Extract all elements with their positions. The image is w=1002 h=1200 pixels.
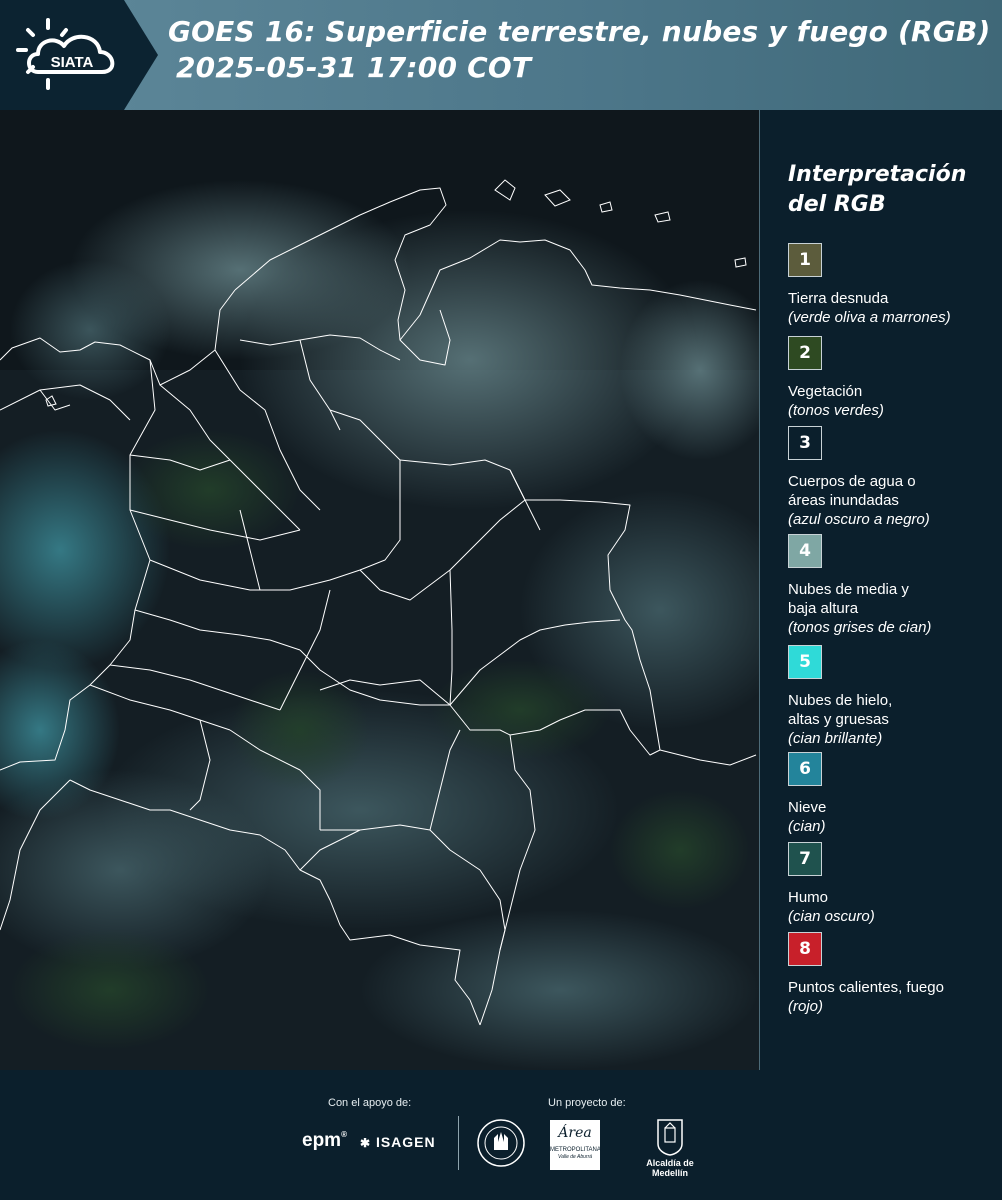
legend-item-5: 5 Nubes de hielo, altas y gruesas (cian br… [788, 645, 998, 748]
satellite-map [0, 110, 760, 1070]
title-line-2: 2025-05-31 17:00 COT [176, 51, 532, 84]
isagen-logo: ✱ ISAGEN [360, 1134, 436, 1150]
logo-text: SIATA [51, 54, 94, 71]
area-logo-sub2: Valle de Aburrá [557, 1154, 593, 1160]
legend-item-name: Humo [788, 889, 829, 906]
area-logo-sub: METROPOLITANA [550, 1147, 601, 1153]
legend-item-7: 7 Humo (cian oscuro) [788, 842, 998, 926]
title-line-1: GOES 16: Superficie terrestre, nubes y f… [168, 15, 991, 48]
legend-swatch: 8 [788, 932, 822, 966]
legend-title-line-2: del RGB [788, 192, 886, 217]
legend-item-name: Nubes de hielo, altas y gruesas [788, 692, 893, 728]
legend-item-name: Puntos calientes, fuego [788, 979, 944, 996]
legend-swatch: 3 [788, 426, 822, 460]
legend-title-line-1: Interpretación [788, 162, 967, 187]
legend-item-description: (cian) [788, 818, 826, 835]
alcaldia-logo-text: Alcaldía de Medellín [646, 1158, 694, 1178]
area-metropolitana-logo: Área METROPOLITANA Valle de Aburrá [550, 1120, 601, 1170]
isagen-icon: ✱ [360, 1136, 372, 1150]
legend-item-description: (azul oscuro a negro) [788, 511, 930, 528]
legend-item-description: (cian oscuro) [788, 908, 875, 925]
legend-item-description: (cian brillante) [788, 730, 883, 747]
legend-item-name: Vegetación [788, 383, 863, 400]
legend-swatch: 2 [788, 336, 822, 370]
epm-logo-text: epm [302, 1130, 342, 1151]
legend-item-1: 1 Tierra desnuda (verde oliva a marrones) [788, 243, 998, 327]
legend-swatch: 5 [788, 645, 822, 679]
project-label: Un proyecto de: [548, 1097, 626, 1109]
epm-logo: epm® [302, 1130, 347, 1151]
support-label: Con el apoyo de: [328, 1097, 412, 1109]
legend-swatch: 7 [788, 842, 822, 876]
legend-item-3: 3 Cuerpos de agua o áreas inundadas (azul … [788, 426, 998, 529]
legend-item-6: 6 Nieve (cian) [788, 752, 998, 836]
legend-item-description: (tonos verdes) [788, 402, 884, 419]
legend-item-4: 4 Nubes de media y baja altura (tonos gris… [788, 534, 998, 637]
university-seal [476, 1118, 526, 1173]
legend-item-name: Tierra desnuda [788, 290, 889, 307]
siata-logo: SIATA [14, 16, 124, 94]
area-logo-main: Área [558, 1125, 592, 1141]
legend-item-description: (tonos grises de cian) [788, 619, 932, 636]
isagen-logo-text: ISAGEN [375, 1134, 436, 1150]
alcaldia-logo: Alcaldía de Medellín [638, 1118, 702, 1178]
legend-swatch: 4 [788, 534, 822, 568]
legend-item-description: (rojo) [788, 998, 824, 1015]
legend-swatch: 1 [788, 243, 822, 277]
legend-swatch: 6 [788, 752, 822, 786]
footer-divider [458, 1116, 459, 1170]
legend-title: Interpretación del RGB [788, 160, 988, 220]
legend-item-name: Cuerpos de agua o áreas inundadas [788, 473, 916, 509]
page-title: GOES 16: Superficie terrestre, nubes y f… [168, 14, 998, 86]
legend-item-8: 8 Puntos calientes, fuego (rojo) [788, 932, 998, 1016]
legend-item-2: 2 Vegetación (tonos verdes) [788, 336, 998, 420]
legend-item-name: Nieve [788, 799, 827, 816]
legend-item-name: Nubes de media y baja altura [788, 581, 909, 617]
legend-item-description: (verde oliva a marrones) [788, 309, 951, 326]
